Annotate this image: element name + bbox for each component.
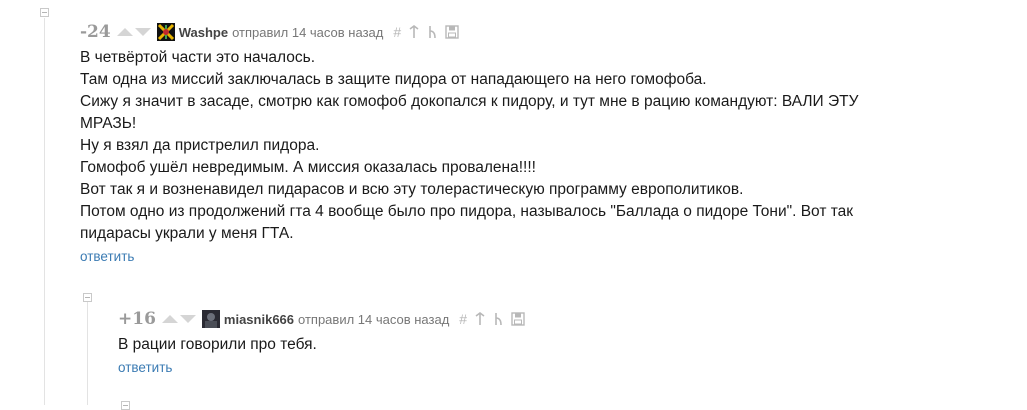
vote-controls: [161, 315, 196, 323]
comment-body: В четвёртой части это началось. Там одна…: [80, 47, 980, 245]
branch-icon[interactable]: [493, 312, 503, 326]
comment-text-line: Там одна из миссий заключалась в защите …: [80, 71, 707, 88]
collapse-toggle-comment-3[interactable]: [121, 401, 130, 410]
branch-icon[interactable]: [427, 25, 437, 39]
comment-author[interactable]: miasnik666: [224, 312, 294, 327]
comment-rating: -24: [80, 22, 111, 42]
comment-timestamp: отправил 14 часов назад: [232, 24, 384, 40]
hash-icon[interactable]: #: [393, 24, 401, 40]
comment-rating: +16: [118, 309, 156, 329]
comment-author[interactable]: Washpe: [179, 25, 228, 40]
comment-timestamp: отправил 14 часов назад: [298, 311, 450, 327]
comment-text-line: Вот так я и возненавидел пидарасов и всю…: [80, 181, 744, 198]
reply-link[interactable]: ответить: [118, 360, 172, 375]
collapse-toggle-comment-1[interactable]: [40, 8, 49, 17]
comment-text-line: Гомофоб ушёл невредимым. А миссия оказал…: [80, 159, 536, 176]
comment-header: -24 Washpe отправил 14 часов назад #: [80, 21, 980, 43]
vote-controls: [116, 28, 151, 36]
thread-guide-line-nested: [87, 302, 88, 405]
comment: +16 miasnik666 отправил 14 часов назад #…: [118, 308, 818, 377]
avatar[interactable]: [201, 310, 220, 328]
comment-text-line: Ну я взял да пристрелил пидора.: [80, 137, 320, 154]
avatar[interactable]: [156, 23, 175, 41]
reply-link[interactable]: ответить: [80, 249, 134, 264]
collapse-toggle-comment-2[interactable]: [83, 293, 92, 302]
comment-text-line: В четвёртой части это началось.: [80, 49, 316, 66]
save-icon[interactable]: [445, 25, 459, 39]
comment-actions: #: [393, 24, 459, 40]
upvote-icon[interactable]: [161, 315, 178, 323]
arrow-up-parent-icon[interactable]: [409, 25, 419, 39]
downvote-icon[interactable]: [134, 28, 151, 36]
comment-text-line: Сижу я значит в засаде, смотрю как гомоф…: [80, 93, 859, 110]
comment-header: +16 miasnik666 отправил 14 часов назад #: [118, 308, 818, 330]
comment-text-line: В рации говорили про тебя.: [118, 336, 317, 353]
downvote-icon[interactable]: [179, 315, 196, 323]
comment-text-line: МРАЗЬ!: [80, 115, 137, 132]
upvote-icon[interactable]: [116, 28, 133, 36]
comment-text-line: Потом одно из продолжений гта 4 вообще б…: [80, 203, 854, 220]
comment-actions: #: [459, 311, 525, 327]
save-icon[interactable]: [511, 312, 525, 326]
comment: -24 Washpe отправил 14 часов назад # В ч…: [80, 21, 980, 266]
arrow-up-parent-icon[interactable]: [475, 312, 485, 326]
comment-body: В рации говорили про тебя.: [118, 334, 818, 356]
thread-guide-line: [44, 18, 45, 405]
hash-icon[interactable]: #: [459, 311, 467, 327]
comment-text-line: пидарасы украли у меня ГТА.: [80, 225, 294, 242]
